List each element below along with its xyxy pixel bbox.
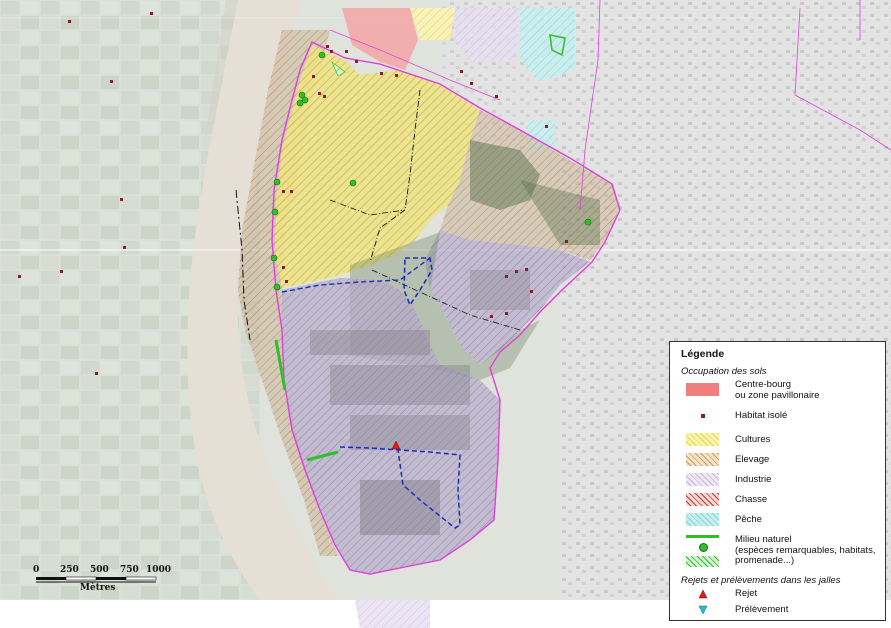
legend-label-industrie: Industrie — [735, 474, 772, 485]
scale-tick-250: 250 — [60, 565, 79, 575]
legend-label-rejet: Rejet — [735, 588, 758, 599]
legend-label-milieu: Milieu naturel (espèces remarquables, ha… — [735, 534, 876, 566]
legend: Légende Occupation des sols Centre-bourg… — [669, 341, 886, 621]
swatch-peche — [686, 513, 719, 526]
swatch-habitat-isole — [686, 409, 719, 422]
swatch-milieu-point — [699, 543, 708, 552]
swatch-chasse — [686, 493, 719, 506]
legend-label-habitat: Habitat isolé — [735, 410, 788, 421]
legend-label-cultures: Cultures — [735, 434, 771, 445]
legend-label-prelevement: Prélèvement — [735, 604, 789, 615]
prelevement-triangle-icon — [698, 605, 708, 615]
scale-unit: Mètres — [80, 583, 116, 593]
habitat-point-icon — [700, 413, 705, 418]
rejet-triangle-icon — [698, 589, 708, 599]
legend-label-chasse: Chasse — [735, 494, 768, 505]
scale-tick-0: 0 — [33, 565, 40, 575]
legend-label-peche: Pêche — [735, 514, 762, 525]
swatch-milieu-line — [686, 535, 719, 538]
swatch-industrie — [686, 473, 719, 486]
legend-title: Légende — [681, 348, 725, 360]
swatch-cultures — [686, 433, 719, 446]
scale-tick-750: 750 — [120, 565, 139, 575]
swatch-milieu-area — [686, 556, 719, 567]
legend-section-discharge: Rejets et prélèvements dans les jalles — [681, 575, 841, 586]
swatch-elevage — [686, 453, 719, 466]
legend-section-land-use: Occupation des sols — [681, 366, 767, 377]
scale-tick-500: 500 — [90, 565, 109, 575]
legend-label-elevage: Elevage — [735, 454, 770, 465]
swatch-centre-bourg — [686, 383, 719, 396]
legend-label-centre-bourg: Centre-bourg ou zone pavillonaire — [735, 379, 820, 401]
scale-tick-1000: 1000 — [146, 565, 172, 575]
